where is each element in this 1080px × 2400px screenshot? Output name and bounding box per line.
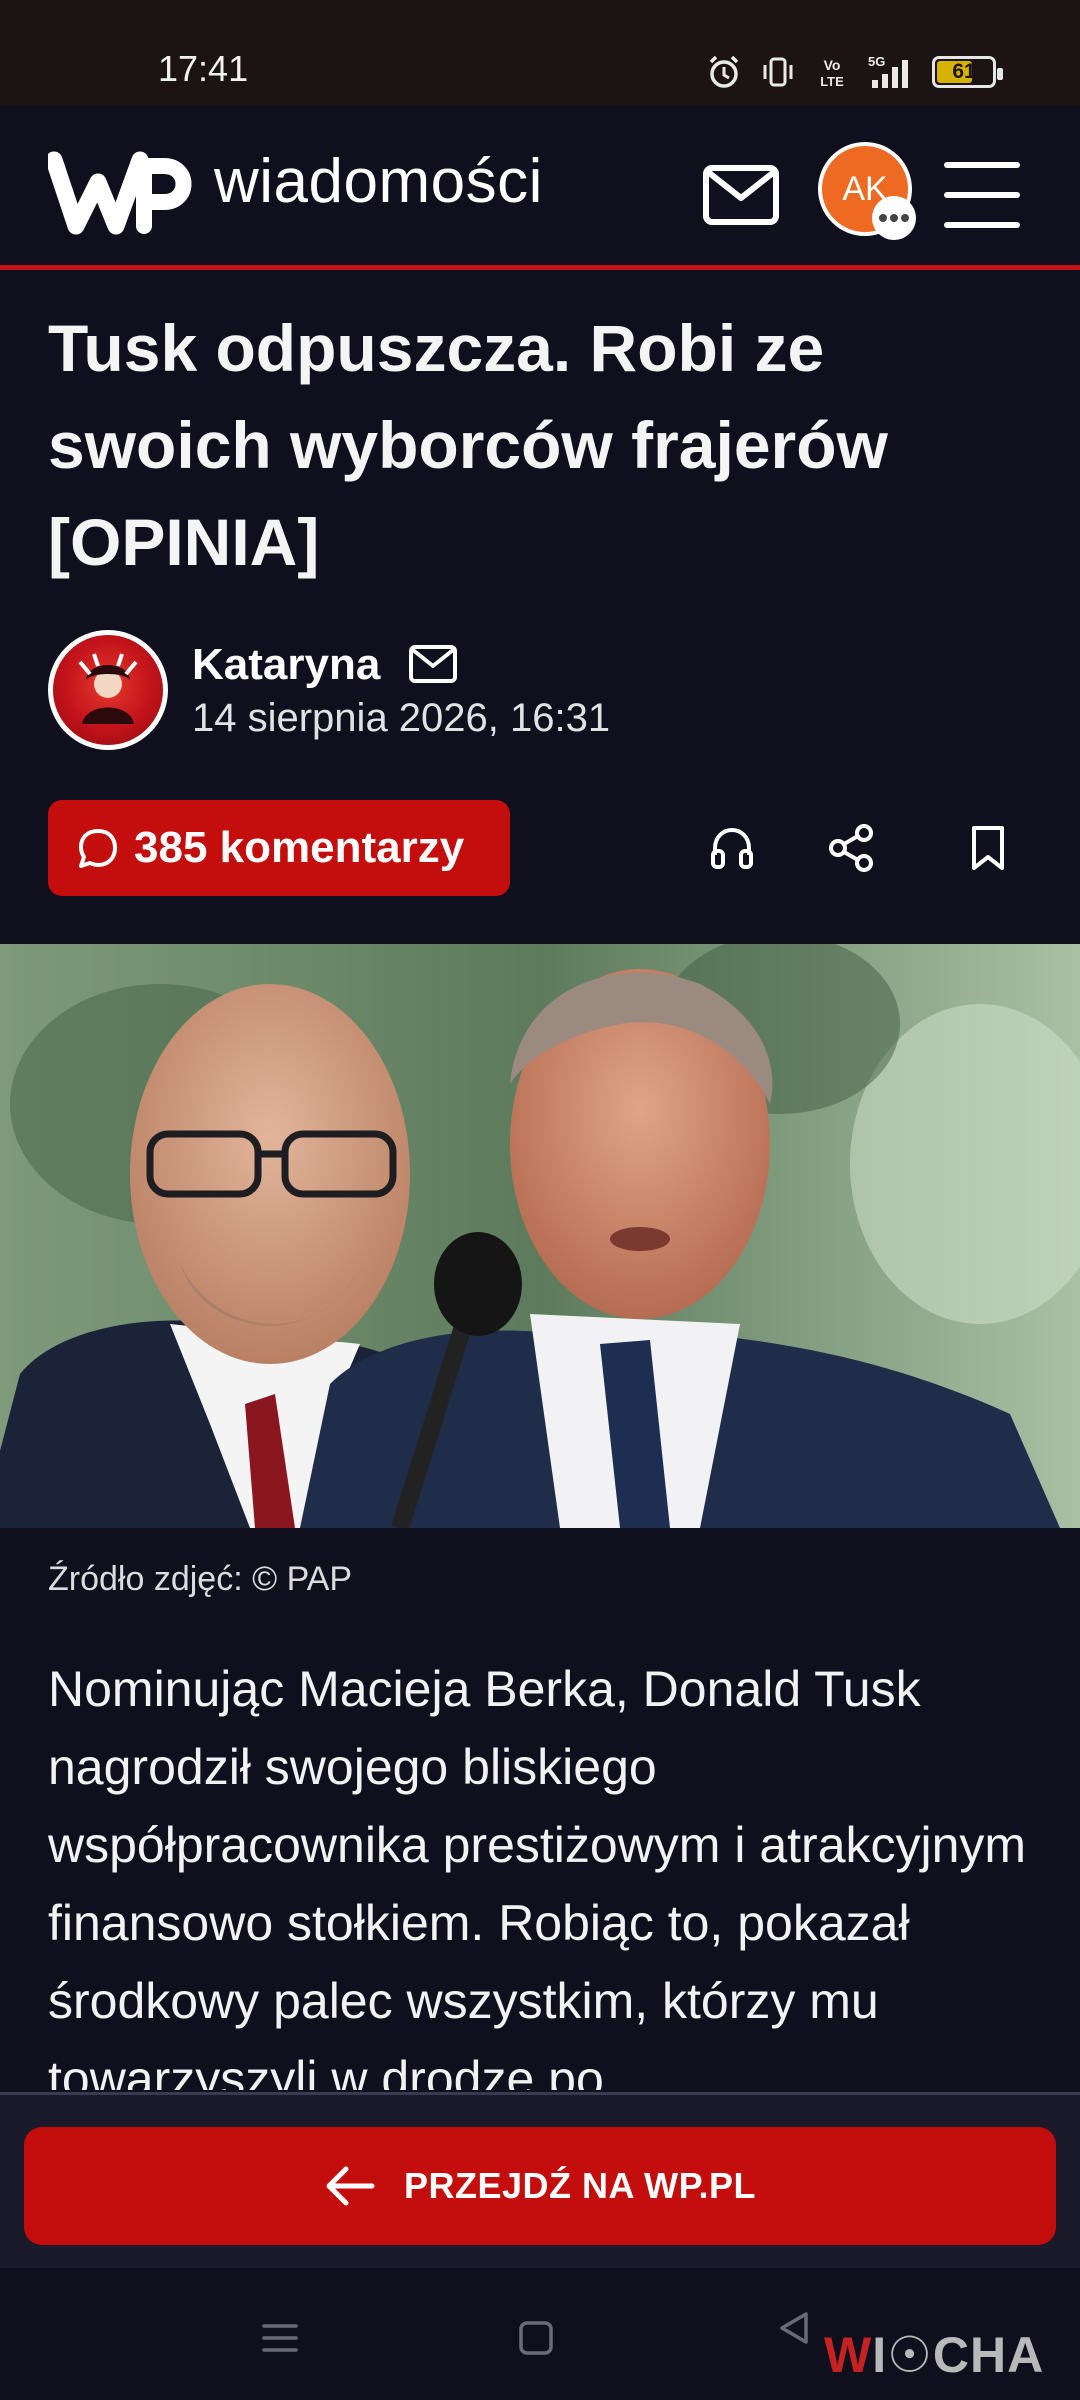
sticky-bar: PRZEJDŹ NA WP.PL [0, 2092, 1080, 2268]
comments-count: 385 komentarzy [134, 823, 465, 872]
hamburger-menu-icon[interactable] [944, 162, 1020, 228]
article-body: Nominując Macieja Berka, Donald Tusk nag… [48, 1661, 1027, 2090]
author-portrait-icon [78, 653, 138, 724]
svg-text:Vo: Vo [824, 57, 841, 73]
svg-text:5G: 5G [868, 54, 885, 69]
back-button[interactable] [764, 2298, 824, 2358]
article-photo[interactable] [0, 944, 1080, 1528]
author-name[interactable]: Kataryna [192, 640, 380, 690]
status-bar: 17:41 Vo LTE 5G 61 [0, 0, 1080, 106]
mail-button[interactable] [700, 154, 782, 236]
triangle-back-icon [780, 2312, 808, 2344]
listen-button[interactable] [702, 818, 762, 878]
publication-date: 14 sierpnia 2026, 16:31 [192, 696, 611, 740]
svg-text:LTE: LTE [820, 74, 844, 89]
system-nav-bar: WI☉CHA [0, 2268, 1080, 2400]
mail-icon [703, 165, 779, 225]
5g-signal-icon: 5G [868, 54, 908, 88]
article-headline: Tusk odpuszcza. Robi ze swoich wyborców … [48, 311, 888, 579]
article-photo-image [0, 944, 1080, 1528]
site-header: wiadomości AK [0, 106, 1080, 270]
author-avatar[interactable] [48, 630, 168, 750]
goto-wp-label: PRZEJDŹ NA WP.PL [403, 2165, 757, 2206]
headphones-icon [711, 827, 753, 869]
status-icons: Vo LTE 5G 61 [704, 48, 1003, 96]
square-icon [519, 2321, 553, 2355]
clock: 17:41 [158, 48, 249, 89]
comment-icon [79, 829, 117, 868]
photo-caption: Źródło zdjęć: © PAP [48, 1560, 353, 1598]
goto-wp-button[interactable]: PRZEJDŹ NA WP.PL [24, 2127, 1056, 2245]
menu-lines-icon [262, 2324, 298, 2352]
bookmark-button[interactable] [958, 818, 1018, 878]
author-mail-icon[interactable] [408, 642, 458, 686]
user-avatar[interactable]: AK [818, 142, 916, 240]
vibrate-icon [763, 57, 793, 87]
alarm-icon [709, 55, 739, 88]
chat-badge-icon [872, 196, 916, 240]
site-brand[interactable]: wiadomości [214, 146, 543, 217]
arrow-left-icon [326, 2166, 375, 2206]
share-button[interactable] [822, 818, 882, 878]
share-icon [829, 824, 873, 872]
bookmark-icon [972, 826, 1004, 870]
home-button[interactable] [506, 2308, 566, 2368]
comments-button[interactable]: 385 komentarzy [48, 800, 510, 896]
volte-icon: Vo LTE [820, 57, 844, 89]
watermark: WI☉CHA [824, 2327, 1045, 2383]
wp-logo[interactable] [48, 146, 198, 236]
recents-button[interactable] [250, 2308, 310, 2368]
battery-icon: 61 [932, 56, 1003, 88]
